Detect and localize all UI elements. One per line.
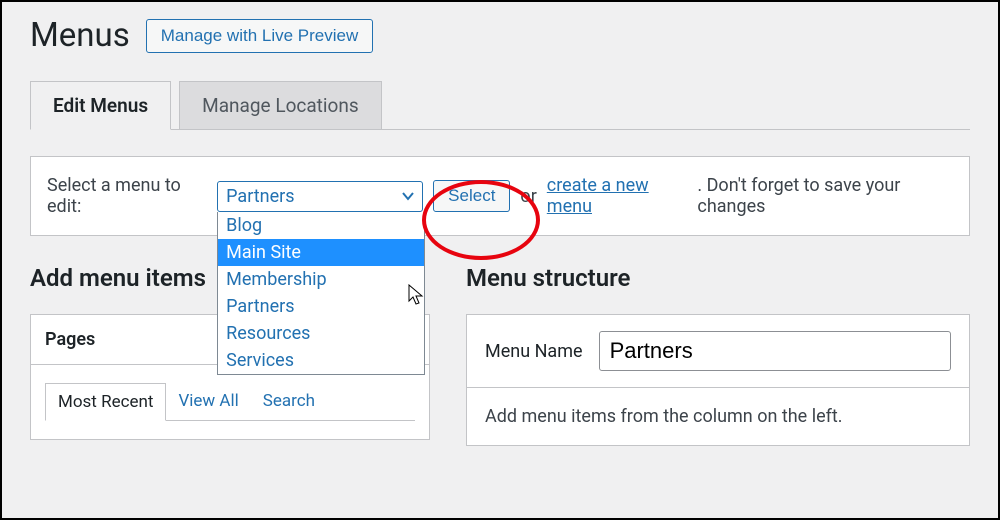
tab-manage-locations[interactable]: Manage Locations <box>179 81 382 130</box>
reminder-text: . Don't forget to save your changes <box>697 175 953 217</box>
menu-name-input[interactable] <box>599 331 951 371</box>
select-menu-label: Select a menu to edit: <box>47 175 207 217</box>
subtab-search[interactable]: Search <box>251 383 327 421</box>
menu-dropdown-list[interactable]: BlogMain SiteMembershipPartnersResources… <box>217 212 425 375</box>
select-button[interactable]: Select <box>433 180 510 212</box>
menu-structure-box: Menu Name Add menu items from the column… <box>466 314 970 446</box>
menu-option[interactable]: Services <box>218 347 424 374</box>
chevron-down-icon <box>400 188 416 209</box>
live-preview-button[interactable]: Manage with Live Preview <box>146 19 373 53</box>
menu-option[interactable]: Partners <box>218 293 424 320</box>
menu-option[interactable]: Blog <box>218 212 424 239</box>
create-new-menu-link[interactable]: create a new menu <box>547 175 688 217</box>
menu-structure-heading: Menu structure <box>466 264 970 292</box>
menu-option[interactable]: Membership <box>218 266 424 293</box>
menu-option[interactable]: Resources <box>218 320 424 347</box>
menu-dropdown-value: Partners <box>226 186 294 207</box>
menu-option[interactable]: Main Site <box>218 239 424 266</box>
tab-edit-menus[interactable]: Edit Menus <box>30 81 171 130</box>
menu-dropdown-display[interactable]: Partners <box>217 181 423 212</box>
nav-tabs: Edit Menus Manage Locations <box>30 81 970 130</box>
menu-selector-bar: Select a menu to edit: Partners BlogMain… <box>30 156 970 236</box>
menu-structure-instruction: Add menu items from the column on the le… <box>467 388 969 445</box>
pages-subtabs: Most Recent View All Search <box>45 383 415 421</box>
subtab-most-recent[interactable]: Most Recent <box>45 383 166 421</box>
menu-name-label: Menu Name <box>485 341 583 362</box>
menu-dropdown[interactable]: Partners BlogMain SiteMembershipPartners… <box>217 181 423 212</box>
page-title: Menus <box>30 16 130 55</box>
subtab-view-all[interactable]: View All <box>166 383 250 421</box>
or-text: or <box>520 186 536 207</box>
pages-metabox-title: Pages <box>45 329 95 350</box>
